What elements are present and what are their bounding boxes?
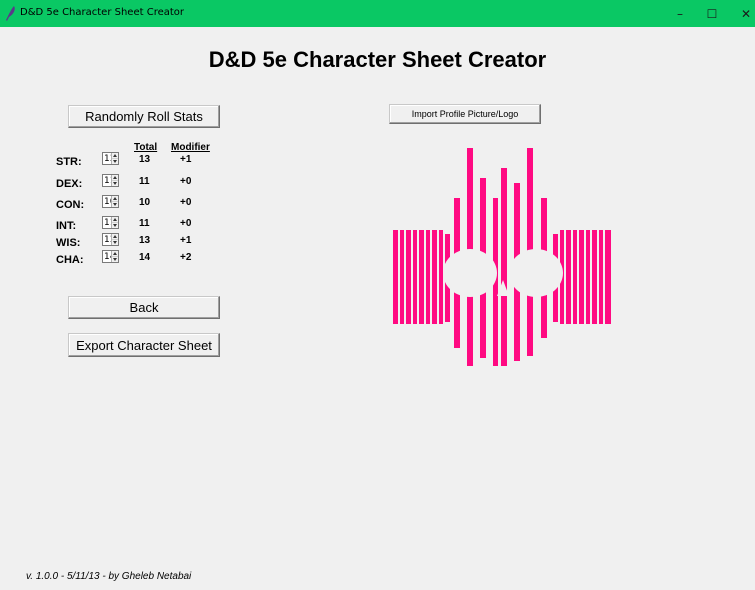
spin-down-arrow-icon[interactable] [112,240,118,245]
page-title: D&D 5e Character Sheet Creator [208,47,547,72]
spin-down-arrow-icon[interactable] [112,257,118,262]
stat-total: 13 [139,235,151,246]
spinbox-arrows[interactable] [111,153,118,164]
stat-total: 13 [139,154,151,165]
int-spinbox[interactable]: 11 [102,216,119,229]
stat-label: INT: [56,220,77,232]
dex-spinbox[interactable]: 11 [102,174,119,187]
cha-spinbox[interactable]: 14 [102,250,119,263]
spinbox-arrows[interactable] [111,217,118,228]
back-button[interactable]: Back [68,296,220,319]
con-spinbox[interactable]: 10 [102,195,119,208]
stat-label: STR: [56,156,82,168]
stat-modifier: +0 [180,176,192,187]
barcode-skull-logo-icon [393,148,611,366]
stat-modifier: +1 [180,154,192,165]
spinbox-arrows[interactable] [111,234,118,245]
stat-row-con: CON: 10 10 +0 [0,195,300,215]
spinbox-arrows[interactable] [111,175,118,186]
close-button[interactable]: ✕ [732,0,755,27]
spinbox-arrows[interactable] [111,196,118,207]
stat-label: CHA: [56,254,84,266]
title-bar[interactable]: D&D 5e Character Sheet Creator – ☐ ✕ [0,0,755,27]
spin-down-arrow-icon[interactable] [112,202,118,207]
spinbox-arrows[interactable] [111,251,118,262]
stat-total: 10 [139,197,151,208]
stat-row-cha: CHA: 14 14 +2 [0,250,300,270]
minimize-button[interactable]: – [666,0,694,27]
maximize-button[interactable]: ☐ [698,0,726,27]
spin-down-arrow-icon[interactable] [112,223,118,228]
stat-row-dex: DEX: 11 11 +0 [0,174,300,194]
spin-down-arrow-icon[interactable] [112,181,118,186]
stat-modifier: +2 [180,252,192,263]
stat-total: 11 [139,218,150,229]
stat-modifier: +0 [180,218,192,229]
stat-modifier: +0 [180,197,192,208]
feather-pen-icon [6,6,15,21]
stat-label: WIS: [56,237,81,249]
wis-spinbox[interactable]: 13 [102,233,119,246]
stat-total: 11 [139,176,150,187]
str-spinbox[interactable]: 13 [102,152,119,165]
export-character-sheet-button[interactable]: Export Character Sheet [68,333,220,357]
stat-label: CON: [56,199,85,211]
stat-total: 14 [139,252,151,263]
import-profile-picture-button[interactable]: Import Profile Picture/Logo [389,104,541,124]
stat-row-str: STR: 13 13 +1 [0,152,300,172]
randomly-roll-stats-button[interactable]: Randomly Roll Stats [68,105,220,128]
window-title: D&D 5e Character Sheet Creator [20,7,185,18]
stat-modifier: +1 [180,235,192,246]
spin-down-arrow-icon[interactable] [112,159,118,164]
stat-label: DEX: [56,178,83,190]
version-label: v. 1.0.0 - 5/11/13 - by Gheleb Netabai [26,571,192,582]
